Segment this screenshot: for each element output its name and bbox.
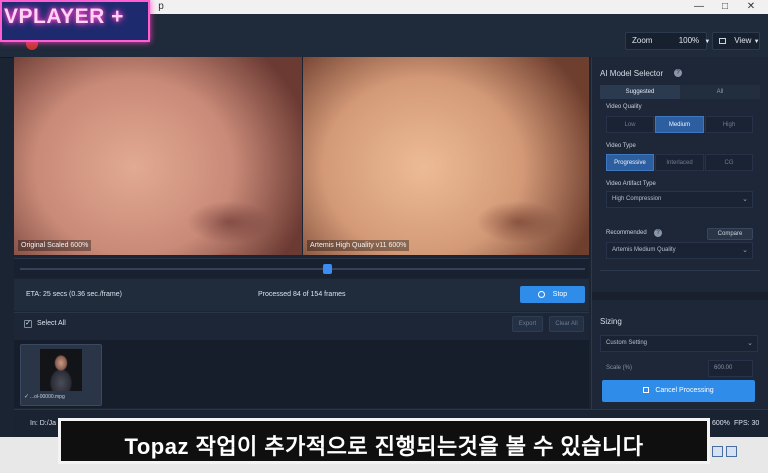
- panel-divider: [600, 270, 760, 271]
- view-layout-icon: [719, 37, 726, 44]
- video-quality-label: Video Quality: [606, 104, 642, 110]
- timeline-track[interactable]: [20, 268, 585, 270]
- stop-button[interactable]: Stop: [520, 286, 585, 303]
- recommended-label: Recommended: [606, 230, 647, 236]
- enhanced-frame-image: [303, 57, 589, 255]
- cancel-processing-label: Cancel Processing: [655, 387, 714, 394]
- recommended-model-value: Artemis Medium Quality: [612, 247, 676, 253]
- artifact-type-label: Video Artifact Type: [606, 181, 656, 187]
- help-icon[interactable]: ?: [674, 69, 682, 77]
- type-interlaced-option[interactable]: Interlaced: [655, 154, 704, 171]
- artifact-type-value: High Compression: [612, 196, 662, 202]
- clear-all-button[interactable]: Clear All: [549, 316, 584, 332]
- enhanced-preview-label: Artemis High Quality v11 600%: [307, 240, 410, 251]
- input-path-text: In: D:/Ja: [30, 420, 57, 427]
- quality-low-option[interactable]: Low: [606, 116, 654, 133]
- sizing-value: Custom Setting: [606, 340, 648, 346]
- view-label: View: [734, 36, 752, 45]
- chevron-down-icon: ▼: [704, 39, 711, 45]
- file-check-icon: ✓: [24, 394, 30, 400]
- tab-all[interactable]: All: [680, 85, 760, 99]
- stop-label: Stop: [552, 291, 568, 298]
- type-progressive-option[interactable]: Progressive: [606, 154, 654, 171]
- chevron-down-icon: ⌄: [742, 196, 748, 203]
- sizing-dropdown[interactable]: Custom Setting ⌄: [600, 335, 758, 352]
- maximize-icon[interactable]: □: [714, 0, 736, 14]
- quality-medium-option[interactable]: Medium: [655, 116, 704, 133]
- original-frame-image: [14, 57, 302, 255]
- original-preview[interactable]: Original Scaled 600%: [14, 57, 302, 255]
- close-icon[interactable]: ✕: [740, 0, 762, 14]
- quality-high-option[interactable]: High: [705, 116, 753, 133]
- export-button[interactable]: Export: [512, 316, 543, 332]
- window-title-fragment: p: [158, 1, 164, 12]
- file-name: ...ol-00000.mpg: [30, 394, 65, 400]
- tab-suggested[interactable]: Suggested: [600, 85, 680, 99]
- watermark-text: VPLAYER +: [4, 5, 124, 28]
- scale-label: Scale (%): [606, 365, 633, 371]
- recommended-model-dropdown[interactable]: Artemis Medium Quality ⌄: [606, 242, 753, 259]
- subtitle-text: Topaz 작업이 추가적으로 진행되는것을 볼 수 있습니다: [124, 434, 644, 459]
- video-type-label: Video Type: [606, 143, 636, 149]
- view-button[interactable]: View ▼: [712, 32, 760, 50]
- subtitle-caption: Topaz 작업이 추가적으로 진행되는것을 볼 수 있습니다: [58, 418, 710, 464]
- enhanced-preview[interactable]: Artemis High Quality v11 600%: [303, 57, 589, 255]
- file-thumbnail: [40, 349, 82, 391]
- zoom-label: Zoom: [632, 36, 653, 45]
- selection-row: [14, 312, 589, 340]
- taskbar-app-icon[interactable]: [712, 446, 723, 457]
- taskbar-app-icon[interactable]: [726, 446, 737, 457]
- minimize-icon[interactable]: —: [688, 0, 710, 14]
- cancel-processing-button[interactable]: Cancel Processing: [602, 380, 755, 402]
- output-zoom-text: 600%: [712, 420, 730, 427]
- artifact-type-dropdown[interactable]: High Compression ⌄: [606, 191, 753, 208]
- fps-text: FPS: 30: [734, 420, 760, 427]
- type-cg-option[interactable]: CG: [705, 154, 753, 171]
- zoom-control[interactable]: Zoom 100% ▼: [625, 32, 711, 50]
- sizing-title: Sizing: [600, 317, 622, 326]
- zoom-value: 100%: [678, 36, 700, 45]
- stop-icon: [537, 290, 545, 298]
- vplayer-watermark: VPLAYER +: [0, 0, 150, 42]
- chevron-down-icon: ⌄: [747, 340, 753, 347]
- cancel-icon: [643, 387, 650, 394]
- chevron-down-icon: ⌄: [742, 247, 748, 254]
- select-all-label: Select All: [37, 320, 66, 327]
- timeline-scrubber[interactable]: [323, 264, 332, 274]
- select-all-checkbox[interactable]: ✓: [24, 320, 32, 328]
- original-preview-label: Original Scaled 600%: [18, 240, 92, 251]
- panel-separator: [592, 292, 768, 300]
- eta-text: ETA: 25 secs (0.36 sec./frame): [26, 291, 122, 298]
- compare-button[interactable]: Compare: [707, 228, 753, 240]
- help-icon[interactable]: ?: [654, 229, 662, 237]
- scale-input[interactable]: 600.00: [708, 360, 753, 377]
- chevron-down-icon: ▼: [753, 39, 760, 45]
- processed-frames-text: Processed 84 of 154 frames: [258, 291, 346, 298]
- ai-model-selector-title: AI Model Selector: [600, 69, 664, 78]
